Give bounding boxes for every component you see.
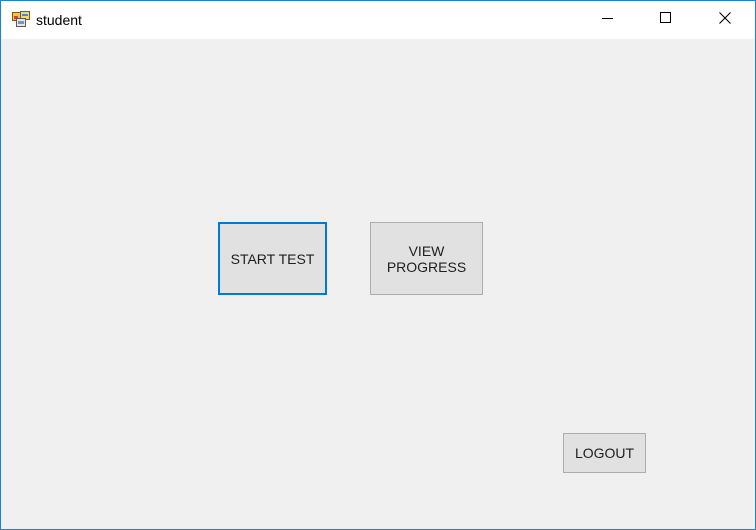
maximize-icon: [660, 11, 672, 29]
maximize-button[interactable]: [637, 1, 695, 39]
window-title: student: [36, 12, 82, 28]
close-button[interactable]: [695, 1, 755, 39]
minimize-button[interactable]: [579, 1, 637, 39]
windows-form-icon[interactable]: [12, 11, 30, 27]
logout-button[interactable]: LOGOUT: [563, 433, 646, 473]
minimize-icon: [602, 11, 614, 29]
view-progress-button[interactable]: VIEW PROGRESS: [370, 222, 483, 295]
app-window: student START TEST VIEW PROGRESS LOGOUT: [0, 0, 756, 530]
close-icon: [719, 11, 731, 29]
start-test-button[interactable]: START TEST: [218, 222, 327, 295]
title-bar[interactable]: student: [1, 1, 755, 39]
form-client-area: START TEST VIEW PROGRESS LOGOUT: [1, 39, 755, 529]
